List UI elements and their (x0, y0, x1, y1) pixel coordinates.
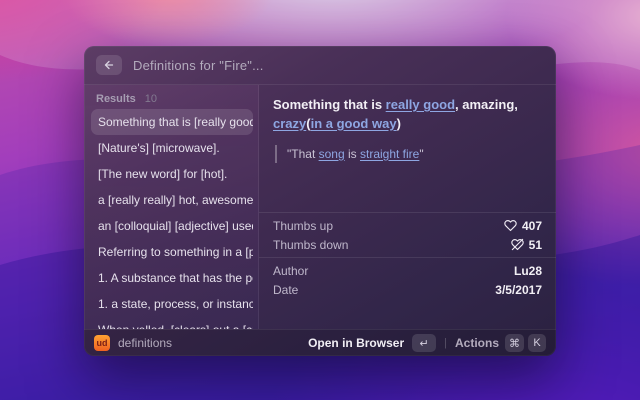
urban-dictionary-icon: ud (94, 335, 110, 351)
stat-row: Thumbs down 51 (273, 235, 542, 254)
key-badge: K (528, 334, 546, 352)
stat-text: 51 (528, 237, 542, 252)
list-item[interactable]: Something that is [really good], ama... (91, 109, 253, 135)
results-header: Results 10 (91, 87, 253, 109)
back-button[interactable] (96, 55, 122, 75)
action-bar: ud definitions Open in Browser ↵ | Actio… (84, 329, 556, 356)
actions-button[interactable]: Actions ⌘ K (455, 334, 546, 352)
list-item[interactable]: an [colloquial] [adjective] used to de..… (91, 213, 253, 239)
meta-row: Author Lu28 (273, 261, 542, 280)
meta-value: 3/5/2017 (495, 283, 542, 297)
text-segment: is (344, 146, 360, 161)
detail-panel: Something that is really good, amazing, … (259, 85, 556, 329)
command-label: definitions (118, 336, 173, 350)
raycast-window: Definitions for "Fire"... Results 10 Som… (84, 46, 556, 356)
example-quote: "That song is straight fire" (275, 144, 542, 163)
inline-link[interactable]: in a good way (311, 116, 397, 131)
meta-label: Date (273, 282, 299, 297)
inline-link[interactable]: really good (386, 97, 455, 112)
footer-separator: | (444, 337, 447, 349)
titlebar: Definitions for "Fire"... (84, 46, 556, 85)
stat-label: Thumbs down (273, 237, 349, 252)
open-in-browser-label: Open in Browser (308, 336, 405, 350)
footer-actions: Open in Browser ↵ | Actions ⌘ K (308, 334, 546, 352)
results-panel: Results 10 Something that is [really goo… (84, 85, 259, 329)
inline-link[interactable]: song (319, 147, 345, 161)
inline-link[interactable]: crazy (273, 116, 306, 131)
stats-section: Thumbs up 407 Thumbs down 51 (273, 216, 542, 254)
list-item[interactable]: 1. a state, process, or instance of [co.… (91, 291, 253, 317)
meta-text: 3/5/2017 (495, 282, 542, 297)
text-segment: ) (396, 115, 401, 131)
detail-spacer (273, 163, 542, 209)
arrow-left-icon (103, 59, 115, 71)
shortcut-keys: ⌘ K (505, 334, 546, 352)
stat-label: Thumbs up (273, 218, 334, 233)
content-area: Results 10 Something that is [really goo… (84, 85, 556, 329)
meta-label: Author (273, 263, 309, 278)
text-segment: Something that is (273, 97, 386, 112)
meta-text: Lu28 (513, 263, 542, 278)
text-segment: " (419, 146, 424, 161)
page-title: Definitions for "Fire"... (133, 57, 264, 73)
meta-value: Lu28 (514, 264, 542, 278)
inline-link[interactable]: straight fire (360, 147, 419, 161)
heart-slash-icon (510, 238, 524, 251)
list-item[interactable]: 1. A substance that has the power t... (91, 265, 253, 291)
divider (259, 212, 556, 213)
meta-row: Date 3/5/2017 (273, 280, 542, 299)
list-item[interactable]: a [really really] hot, awesome or ama... (91, 187, 253, 213)
stat-value: 51 (510, 237, 542, 252)
open-in-browser-button[interactable]: Open in Browser ↵ (308, 334, 437, 352)
results-label: Results (96, 92, 136, 105)
heart-icon (504, 219, 517, 232)
text-segment: , amazing, (455, 97, 518, 112)
enter-key-badge: ↵ (412, 334, 437, 352)
stat-value: 407 (504, 219, 542, 233)
stat-text: 407 (521, 218, 542, 233)
divider (259, 257, 556, 258)
meta-section: Author Lu28 Date 3/5/2017 (273, 261, 542, 299)
list-item[interactable]: Referring to something in a [positive... (91, 239, 253, 265)
text-segment: "That (287, 146, 319, 161)
actions-label: Actions (454, 336, 499, 350)
results-list: Something that is [really good], ama...[… (91, 109, 253, 329)
list-item[interactable]: When yelled, [clears] out a [crowded (91, 317, 253, 329)
definition-text: Something that is really good, amazing, … (273, 96, 542, 134)
list-item[interactable]: [The new word] for [hot]. (91, 161, 253, 187)
list-item[interactable]: [Nature's] [microwave]. (91, 135, 253, 161)
results-count: 10 (144, 92, 157, 105)
key-badge: ⌘ (505, 334, 524, 352)
stat-row: Thumbs up 407 (273, 216, 542, 235)
